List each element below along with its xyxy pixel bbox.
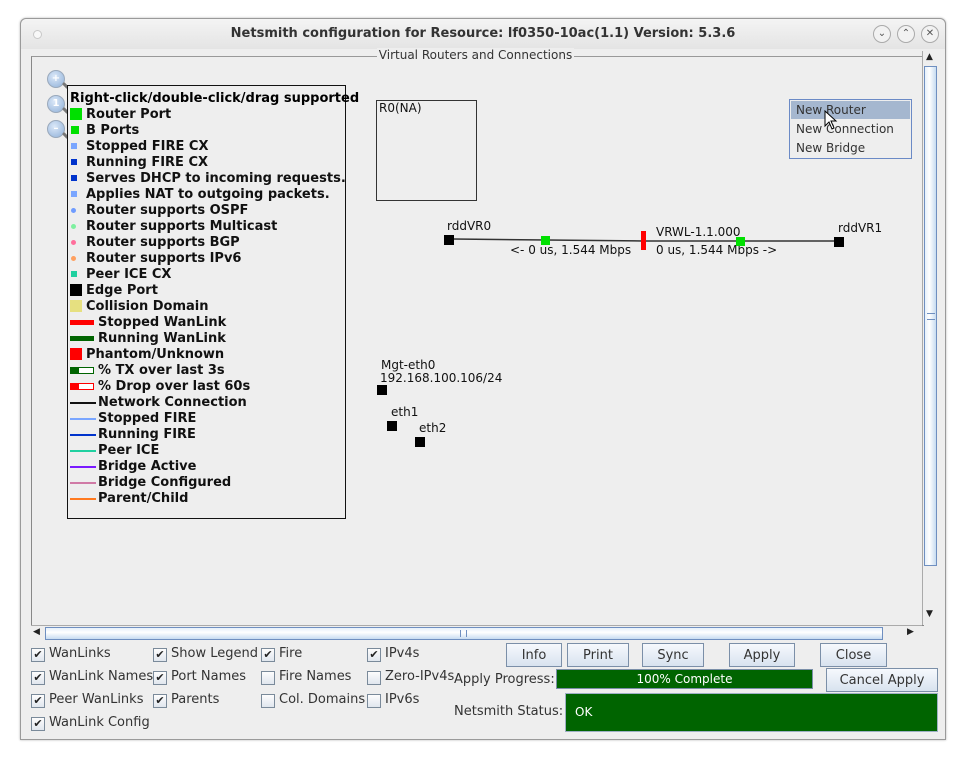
checkbox-empty-icon[interactable]: [261, 694, 275, 708]
endpoint-rddvr0-label: rddVR0: [447, 219, 492, 233]
checkmark-icon[interactable]: ✔: [31, 648, 45, 662]
checkbox-label: Port Names: [171, 669, 247, 684]
apply-progress-text: 100% Complete: [636, 672, 733, 686]
endpoint-rddvr0[interactable]: [444, 235, 454, 245]
close-button[interactable]: Close: [820, 643, 887, 667]
port-eth1-label: eth1: [391, 405, 419, 419]
netsmith-status-value: OK: [565, 693, 938, 732]
print-button[interactable]: Print: [567, 643, 629, 667]
info-button[interactable]: Info: [506, 643, 562, 667]
endpoint-rddvr1[interactable]: [834, 237, 844, 247]
scroll-left-icon[interactable]: ◀: [33, 627, 40, 637]
checkbox-empty-icon[interactable]: [261, 671, 275, 685]
maximize-button[interactable]: ⌃: [897, 25, 915, 43]
horizontal-scrollbar[interactable]: ◀ ▶: [31, 625, 922, 641]
scroll-up-icon[interactable]: ▲: [926, 52, 933, 62]
port-mgt-eth0-ip: 192.168.100.106/24: [380, 371, 503, 385]
title-bar[interactable]: Netsmith configuration for Resource: lf0…: [21, 19, 945, 49]
checkbox-label: Parents: [171, 692, 220, 707]
grip-icon: [927, 313, 935, 320]
port-eth2[interactable]: [415, 437, 425, 447]
checkbox-label: Fire Names: [279, 669, 352, 684]
port-eth2-label: eth2: [419, 421, 447, 435]
checkbox-empty-icon[interactable]: [367, 694, 381, 708]
wanlink-marker[interactable]: [641, 231, 646, 250]
connection-lines: [452, 238, 839, 242]
checkbox-label: Peer WanLinks: [49, 692, 144, 707]
mouse-cursor-icon: [824, 110, 838, 130]
port-mgt-eth0-label: Mgt-eth0: [381, 358, 436, 372]
topology-canvas[interactable]: + 1 – Right-click/double-click/drag supp…: [31, 61, 921, 623]
checkbox-label: IPv6s: [385, 692, 420, 707]
wanlink-name: VRWL-1.1.000: [656, 225, 741, 239]
apply-button[interactable]: Apply: [729, 643, 795, 667]
checkmark-icon[interactable]: ✔: [153, 671, 167, 685]
apply-progress-label: Apply Progress:: [454, 672, 555, 687]
close-window-button[interactable]: ✕: [921, 25, 939, 43]
port-eth1[interactable]: [387, 421, 397, 431]
grip-icon: [460, 630, 467, 637]
left-link-stats: <- 0 us, 1.544 Mbps: [510, 243, 632, 257]
right-link-stats: 0 us, 1.544 Mbps ->: [656, 243, 778, 257]
checkbox-label: WanLink Names: [49, 669, 154, 684]
vertical-scrollbar[interactable]: ▲ ▼: [922, 51, 938, 625]
checkbox-label: IPv4s: [385, 646, 420, 661]
checkmark-icon[interactable]: ✔: [261, 648, 275, 662]
netsmith-status-label: Netsmith Status:: [454, 704, 564, 719]
b-port-right[interactable]: [736, 237, 745, 246]
checkbox-label: WanLinks: [49, 646, 111, 661]
checkbox-label: Fire: [279, 646, 303, 661]
scroll-down-icon[interactable]: ▼: [926, 609, 933, 619]
menu-item-new-connection[interactable]: New Connection: [791, 120, 910, 138]
checkmark-icon[interactable]: ✔: [153, 694, 167, 708]
checkbox-label: Show Legend: [171, 646, 258, 661]
horizontal-scroll-thumb[interactable]: [45, 627, 883, 640]
checkmark-icon[interactable]: ✔: [367, 648, 381, 662]
minimize-button[interactable]: ⌄: [873, 25, 891, 43]
port-mgt-eth0[interactable]: [377, 385, 387, 395]
menu-item-new-bridge[interactable]: New Bridge: [791, 139, 910, 157]
window-title: Netsmith configuration for Resource: lf0…: [230, 26, 736, 41]
checkbox-empty-icon[interactable]: [367, 671, 381, 685]
sync-button[interactable]: Sync: [642, 643, 704, 667]
checkmark-icon[interactable]: ✔: [153, 648, 167, 662]
checkmark-icon[interactable]: ✔: [31, 717, 45, 731]
checkbox-label: WanLink Config: [49, 715, 150, 730]
context-menu: New Router New Connection New Bridge: [789, 99, 912, 159]
cancel-apply-button[interactable]: Cancel Apply: [826, 668, 938, 692]
menu-item-new-router[interactable]: New Router: [791, 101, 910, 119]
checkmark-icon[interactable]: ✔: [31, 671, 45, 685]
vertical-scroll-thumb[interactable]: [924, 66, 937, 566]
panel-title: Virtual Routers and Connections: [376, 48, 575, 62]
checkbox-label: Col. Domains: [279, 692, 366, 707]
endpoint-rddvr1-label: rddVR1: [838, 221, 883, 235]
scroll-right-icon[interactable]: ▶: [907, 627, 914, 637]
checkbox-label: Zero-IPv4s: [385, 669, 455, 684]
apply-progress-bar: 100% Complete: [556, 669, 813, 689]
checkmark-icon[interactable]: ✔: [31, 694, 45, 708]
netsmith-window: Netsmith configuration for Resource: lf0…: [20, 18, 946, 740]
